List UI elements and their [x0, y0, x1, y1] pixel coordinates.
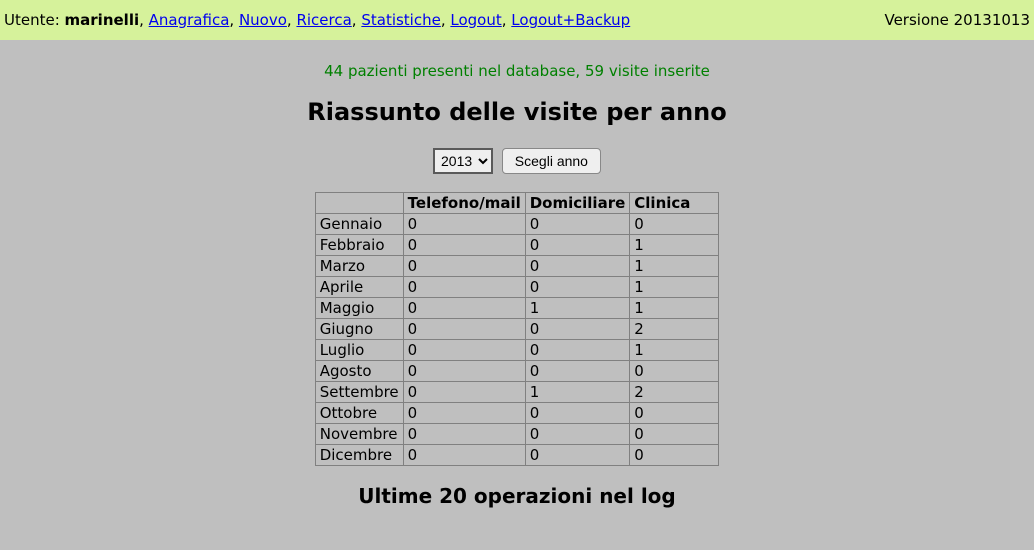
cell-clinica: 1 — [630, 340, 719, 361]
cell-month: Gennaio — [315, 214, 403, 235]
table-header-row: Telefono/mail Domiciliare Clinica — [315, 193, 719, 214]
table-row: Luglio001 — [315, 340, 719, 361]
cell-telefono: 0 — [403, 445, 525, 466]
cell-month: Ottobre — [315, 403, 403, 424]
cell-clinica: 0 — [630, 424, 719, 445]
cell-telefono: 0 — [403, 256, 525, 277]
page-title: Riassunto delle visite per anno — [0, 98, 1034, 126]
cell-month: Settembre — [315, 382, 403, 403]
cell-telefono: 0 — [403, 277, 525, 298]
table-row: Settembre012 — [315, 382, 719, 403]
cell-domiciliare: 0 — [525, 256, 630, 277]
cell-telefono: 0 — [403, 235, 525, 256]
cell-domiciliare: 0 — [525, 319, 630, 340]
cell-clinica: 0 — [630, 214, 719, 235]
database-status-text: 44 pazienti presenti nel database, 59 vi… — [0, 62, 1034, 80]
nav-link-ricerca[interactable]: Ricerca — [296, 11, 351, 29]
cell-domiciliare: 1 — [525, 298, 630, 319]
cell-clinica: 1 — [630, 256, 719, 277]
cell-month: Novembre — [315, 424, 403, 445]
table-row: Aprile001 — [315, 277, 719, 298]
user-label: Utente: — [4, 11, 65, 29]
table-header-clinica: Clinica — [630, 193, 719, 214]
cell-telefono: 0 — [403, 298, 525, 319]
cell-domiciliare: 0 — [525, 277, 630, 298]
choose-year-button[interactable]: Scegli anno — [502, 148, 601, 174]
cell-clinica: 1 — [630, 277, 719, 298]
table-row: Febbraio001 — [315, 235, 719, 256]
cell-clinica: 2 — [630, 319, 719, 340]
cell-clinica: 1 — [630, 235, 719, 256]
log-section-title: Ultime 20 operazioni nel log — [0, 484, 1034, 508]
nav-separator: , — [352, 11, 362, 29]
top-navigation-bar: Utente: marinelli, Anagrafica, Nuovo, Ri… — [0, 0, 1034, 40]
cell-domiciliare: 1 — [525, 382, 630, 403]
table-header-telefono: Telefono/mail — [403, 193, 525, 214]
table-header-empty — [315, 193, 403, 214]
nav-link-nuovo[interactable]: Nuovo — [239, 11, 287, 29]
cell-month: Dicembre — [315, 445, 403, 466]
cell-month: Aprile — [315, 277, 403, 298]
cell-domiciliare: 0 — [525, 403, 630, 424]
nav-separator: , — [502, 11, 512, 29]
nav-separator: , — [139, 11, 149, 29]
nav-link-statistiche[interactable]: Statistiche — [361, 11, 441, 29]
cell-domiciliare: 0 — [525, 340, 630, 361]
cell-month: Maggio — [315, 298, 403, 319]
table-row: Maggio011 — [315, 298, 719, 319]
cell-telefono: 0 — [403, 424, 525, 445]
cell-clinica: 2 — [630, 382, 719, 403]
table-header-domiciliare: Domiciliare — [525, 193, 630, 214]
cell-telefono: 0 — [403, 319, 525, 340]
nav-separator: , — [441, 11, 451, 29]
table-row: Giugno002 — [315, 319, 719, 340]
nav-link-logout-backup[interactable]: Logout+Backup — [511, 11, 630, 29]
cell-telefono: 0 — [403, 214, 525, 235]
cell-month: Agosto — [315, 361, 403, 382]
cell-telefono: 0 — [403, 340, 525, 361]
table-row: Dicembre000 — [315, 445, 719, 466]
cell-clinica: 1 — [630, 298, 719, 319]
cell-telefono: 0 — [403, 403, 525, 424]
cell-domiciliare: 0 — [525, 424, 630, 445]
cell-clinica: 0 — [630, 445, 719, 466]
table-row: Ottobre000 — [315, 403, 719, 424]
cell-domiciliare: 0 — [525, 361, 630, 382]
cell-month: Febbraio — [315, 235, 403, 256]
cell-month: Luglio — [315, 340, 403, 361]
cell-telefono: 0 — [403, 361, 525, 382]
year-selection-form: 2013 Scegli anno — [0, 148, 1034, 174]
nav-separator: , — [229, 11, 239, 29]
cell-clinica: 0 — [630, 403, 719, 424]
nav-link-anagrafica[interactable]: Anagrafica — [149, 11, 230, 29]
table-row: Novembre000 — [315, 424, 719, 445]
visits-summary-table: Telefono/mail Domiciliare Clinica Gennai… — [315, 192, 720, 466]
cell-domiciliare: 0 — [525, 214, 630, 235]
table-row: Marzo001 — [315, 256, 719, 277]
cell-domiciliare: 0 — [525, 235, 630, 256]
year-select[interactable]: 2013 — [433, 148, 493, 174]
nav-link-logout[interactable]: Logout — [450, 11, 501, 29]
user-name: marinelli — [65, 11, 140, 29]
cell-clinica: 0 — [630, 361, 719, 382]
cell-month: Marzo — [315, 256, 403, 277]
table-row: Gennaio000 — [315, 214, 719, 235]
table-row: Agosto000 — [315, 361, 719, 382]
cell-month: Giugno — [315, 319, 403, 340]
top-nav-left: Utente: marinelli, Anagrafica, Nuovo, Ri… — [4, 0, 630, 40]
version-label: Versione 20131013 — [884, 0, 1030, 40]
cell-telefono: 0 — [403, 382, 525, 403]
cell-domiciliare: 0 — [525, 445, 630, 466]
